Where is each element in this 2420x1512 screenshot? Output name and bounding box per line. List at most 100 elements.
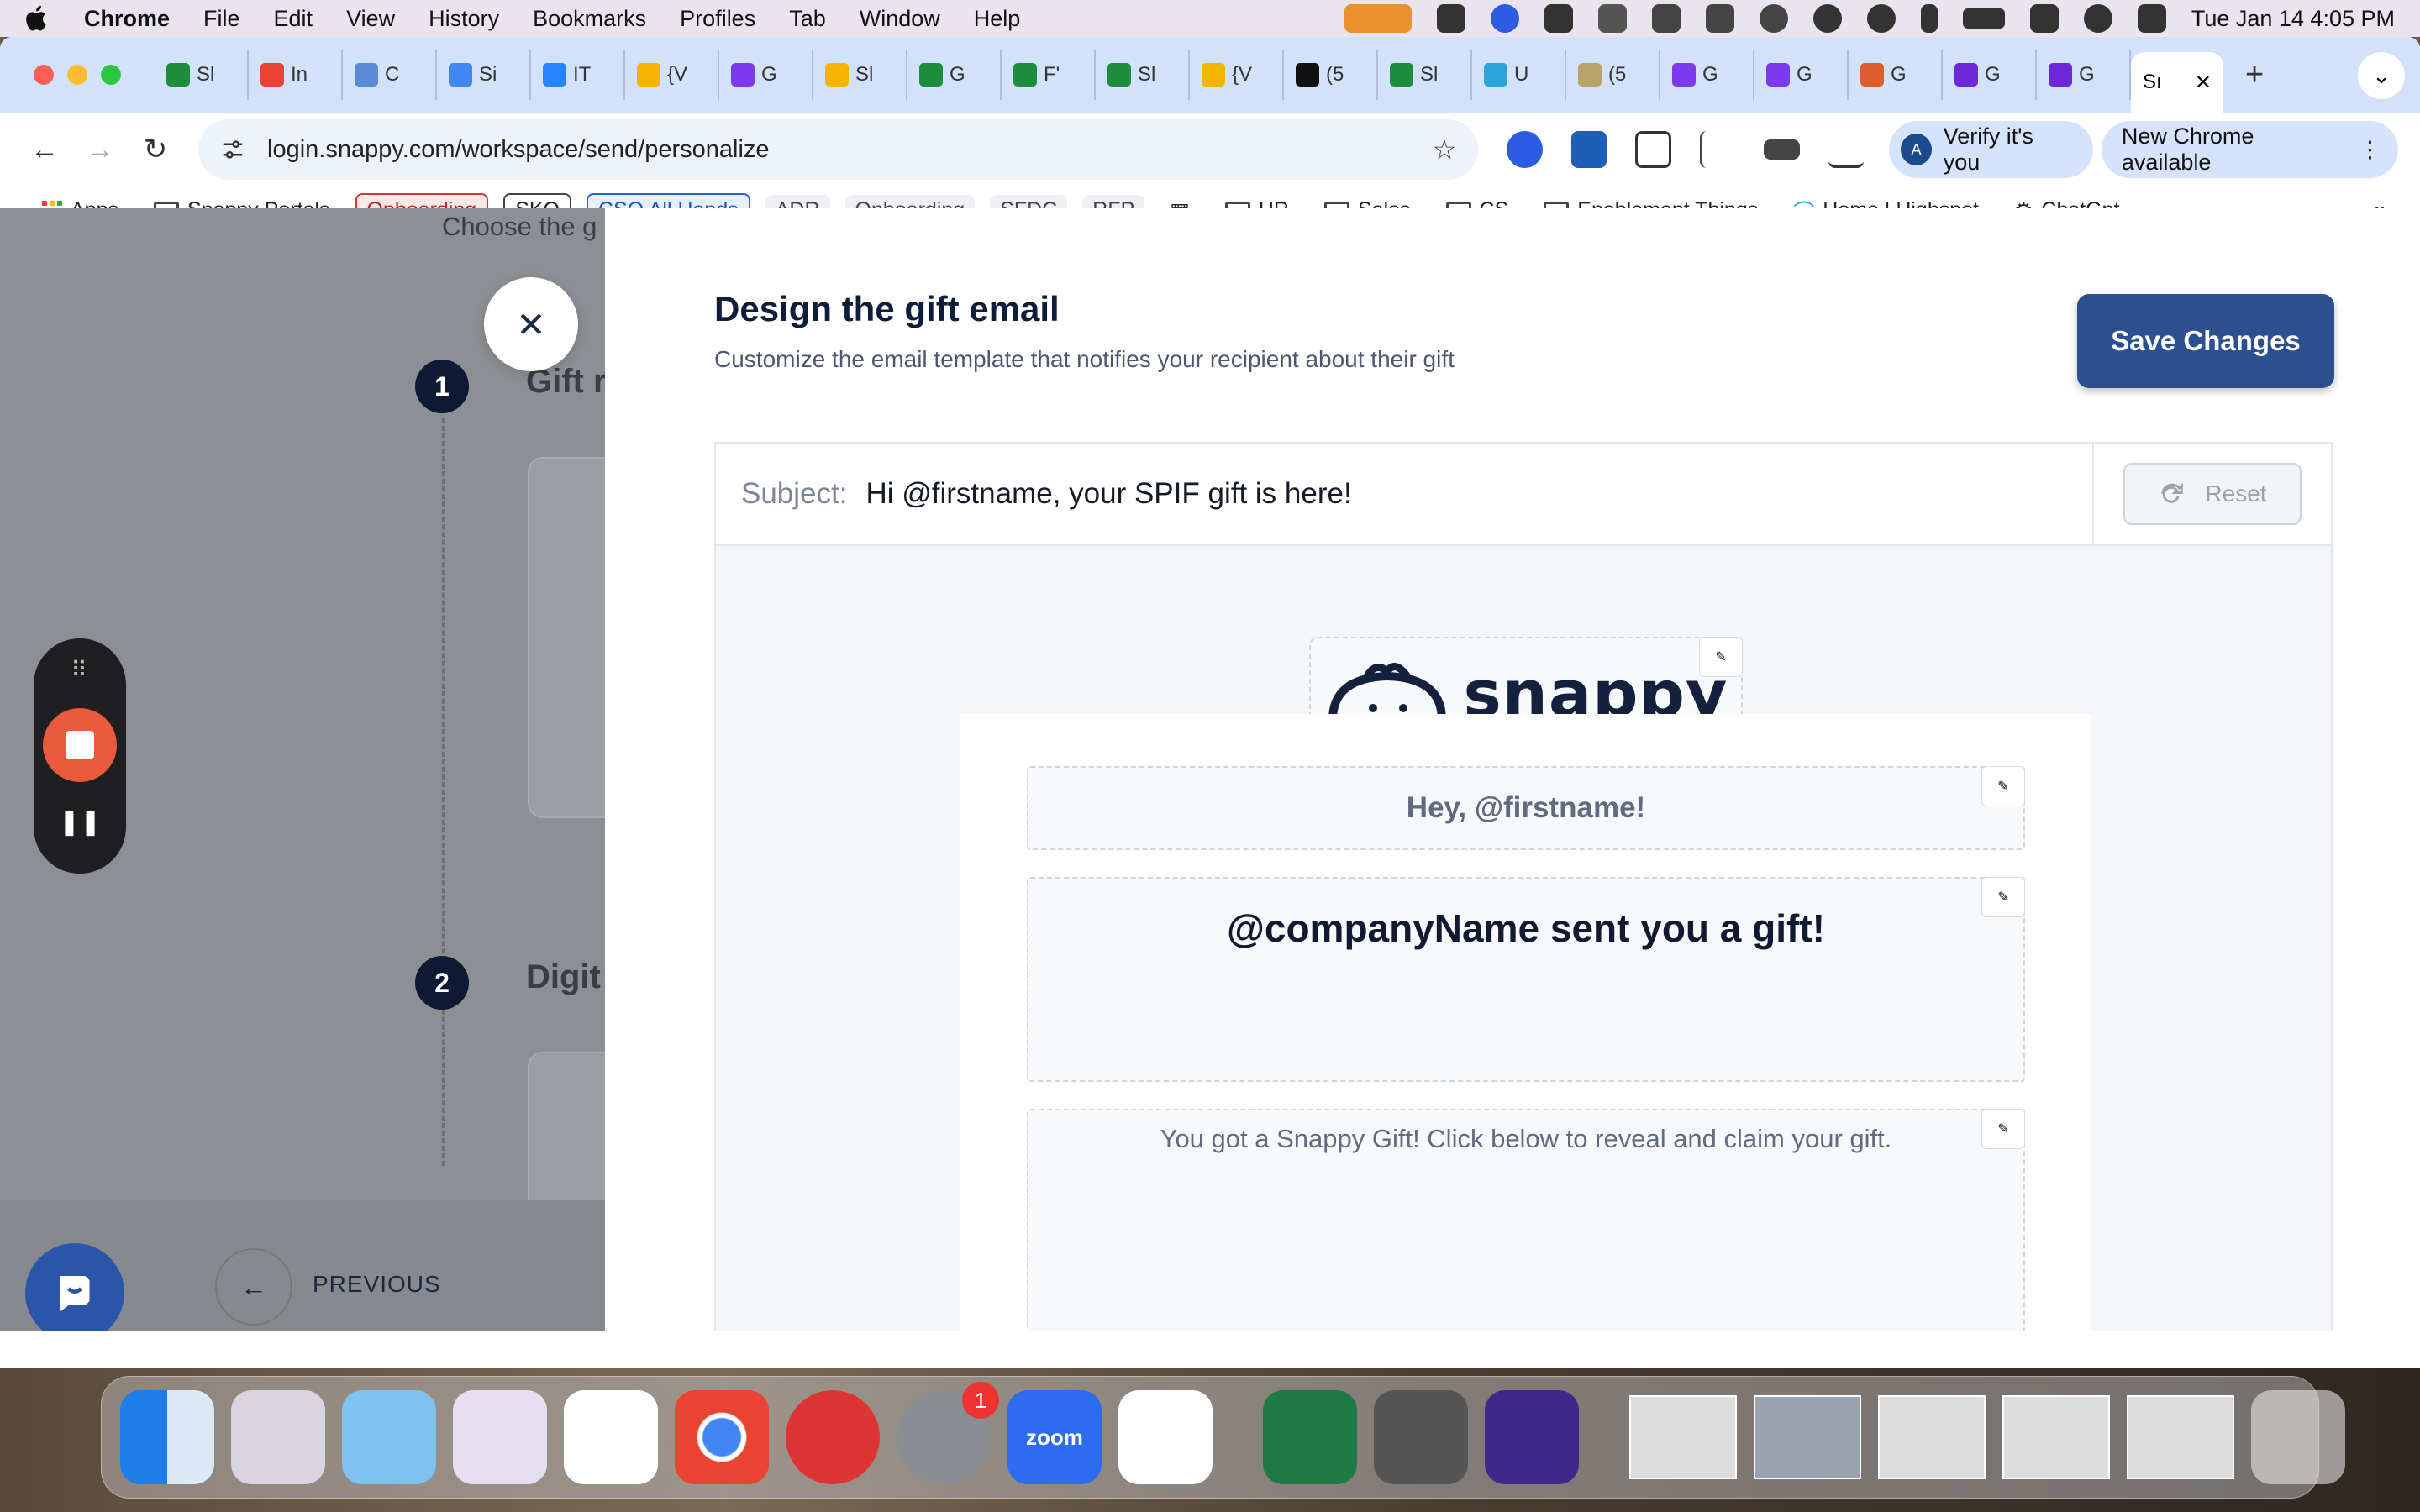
slack-icon[interactable] [1118,1390,1213,1484]
microphone-icon[interactable] [1344,4,1412,33]
menu-file[interactable]: File [203,6,240,32]
menu-help[interactable]: Help [974,6,1021,32]
kebab-menu-icon[interactable]: ⋮ [2359,137,2381,163]
zoom-window-button[interactable] [101,65,121,85]
extensions-puzzle-icon[interactable] [1635,131,1671,168]
trash-icon[interactable] [2251,1390,2345,1484]
menu-tab[interactable]: Tab [789,6,826,32]
drive-status-icon[interactable] [1597,4,1627,33]
record-stop-button[interactable] [43,708,117,782]
tab-item[interactable]: G [719,50,813,100]
tab-search-button[interactable]: ⌄ [2358,52,2405,99]
g-app-icon[interactable] [1485,1390,1579,1484]
zoom-extension-icon[interactable] [1507,131,1543,168]
tab-item[interactable]: F' [1002,50,1096,100]
reset-button[interactable]: Reset [2123,463,2302,525]
edit-greeting-pencil-icon[interactable]: ✎ [1981,766,2025,806]
finder-icon[interactable] [120,1390,214,1484]
grammarly-icon[interactable] [1436,4,1465,33]
minimized-window-thumb[interactable] [2002,1395,2110,1479]
tab-close-icon[interactable]: ✕ [2195,71,2212,95]
tab-item[interactable]: G [1754,50,1849,100]
close-window-button[interactable] [34,65,54,85]
lotus-app-icon[interactable] [453,1390,547,1484]
tab-item[interactable]: U [1472,50,1566,100]
tab-item[interactable]: In [249,50,343,100]
address-bar[interactable]: login.snappy.com/workspace/send/personal… [198,119,1479,180]
tab-item[interactable]: G [1943,50,2037,100]
edit-logo-pencil-icon[interactable]: ✎ [1699,637,1743,677]
launchpad-icon[interactable] [231,1390,325,1484]
menu-edit[interactable]: Edit [274,6,313,32]
plant-icon[interactable] [1705,4,1734,33]
tab-item[interactable]: Sl [1378,50,1472,100]
save-changes-button[interactable]: Save Changes [2077,294,2334,388]
tab-item[interactable]: Sl [155,50,249,100]
spotlight-icon[interactable] [2083,4,2112,33]
apple-icon[interactable] [25,4,50,33]
previous-label[interactable]: PREVIOUS [313,1271,441,1298]
body-block[interactable]: You got a Snappy Gift! Click below to re… [1027,1109,2025,1331]
tab-item[interactable]: Si [437,50,531,100]
chrome-dock-icon[interactable] [675,1390,769,1484]
menu-bookmarks[interactable]: Bookmarks [533,6,646,32]
butterfly-icon[interactable] [1651,4,1681,33]
tab-item[interactable]: (5 [1566,50,1660,100]
close-drawer-button[interactable]: ✕ [484,277,578,371]
previous-arrow-icon[interactable]: ← [215,1248,292,1326]
tab-active[interactable]: Sı ✕ [2131,52,2223,113]
verify-profile-button[interactable]: A Verify it's you [1889,121,2093,178]
back-button[interactable]: ← [22,126,67,173]
minimized-window-thumb[interactable] [1878,1395,1986,1479]
play-icon[interactable] [1866,4,1896,33]
tab-item[interactable]: C [343,50,437,100]
gift-app-icon[interactable] [342,1390,436,1484]
site-settings-icon[interactable] [220,137,245,162]
minimize-window-button[interactable] [67,65,87,85]
battery-icon[interactable] [1962,8,2005,29]
menu-app-name[interactable]: Chrome [84,6,170,32]
tab-item[interactable]: {V [1190,50,1284,100]
record-pause-button[interactable]: ❚❚ [59,807,101,837]
forward-button[interactable]: → [77,126,123,173]
new-tab-button[interactable]: + [2245,57,2264,93]
tab-item[interactable]: G [2037,50,2131,100]
moon-icon[interactable] [1812,4,1842,33]
tab-item[interactable]: G [1660,50,1754,100]
zoom-dock-icon[interactable]: zoom [1007,1390,1102,1484]
tab-item[interactable]: (5 [1284,50,1378,100]
greeting-block[interactable]: Hey, @firstname! ✎ [1027,766,2025,850]
tab-item[interactable]: Sl [1096,50,1190,100]
tab-item[interactable]: IT [531,50,625,100]
minimized-window-thumb[interactable] [1754,1395,1861,1479]
tab-item[interactable]: G [1849,50,1943,100]
google-drive-icon[interactable] [564,1390,658,1484]
tab-item[interactable]: G [908,50,1002,100]
minimized-window-thumb[interactable] [2127,1395,2234,1479]
media-control-icon[interactable] [1764,139,1800,160]
zoom-status-icon[interactable] [1490,4,1519,33]
menu-view[interactable]: View [346,6,395,32]
bookmark-star-icon[interactable]: ☆ [1433,134,1457,165]
grammarly-g-icon[interactable] [1759,4,1788,33]
subject-input[interactable]: Hi @firstname, your SPIF gift is here! [865,477,1351,511]
menu-clock[interactable]: Tue Jan 14 4:05 PM [2191,6,2395,32]
edit-body-pencil-icon[interactable]: ✎ [1981,1109,2025,1149]
minimized-window-thumb[interactable] [1629,1395,1737,1479]
excel-icon[interactable] [1263,1390,1357,1484]
tab-item[interactable]: Sl [813,50,908,100]
bluetooth-icon[interactable] [1920,4,1938,33]
reload-button[interactable]: ↻ [133,126,178,173]
system-settings-icon[interactable]: 1 [897,1382,999,1484]
trello-extension-icon[interactable] [1570,131,1607,168]
tab-item[interactable]: {V [625,50,719,100]
menu-profiles[interactable]: Profiles [680,6,755,32]
menu-history[interactable]: History [429,6,499,32]
control-center-icon[interactable] [2137,4,2166,33]
edit-headline-pencil-icon[interactable]: ✎ [1981,877,2025,917]
download-icon[interactable] [1828,131,1865,168]
headline-block[interactable]: @companyName sent you a gift! ✎ [1027,877,2025,1082]
wifi-icon[interactable] [2029,4,2059,33]
new-chrome-button[interactable]: New Chrome available ⋮ [2101,121,2399,178]
calculator-icon[interactable] [1374,1390,1468,1484]
